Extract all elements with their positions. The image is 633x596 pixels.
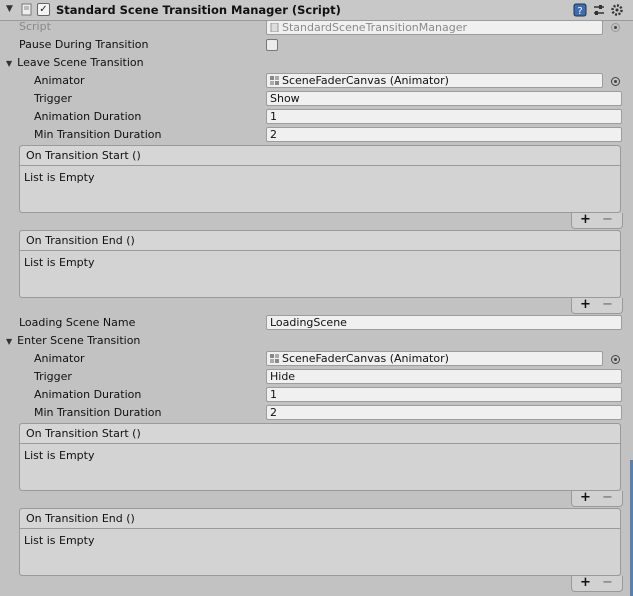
event-list: List is Empty [20, 529, 620, 575]
event-header: On Transition Start () [20, 424, 620, 444]
enter-duration-label: Animation Duration [34, 388, 142, 401]
enter-start-list-controls: + − [571, 491, 623, 507]
pause-row: Pause During Transition [0, 37, 633, 53]
help-icon[interactable]: ? [573, 3, 587, 17]
loading-scene-value: LoadingScene [270, 316, 347, 329]
leave-trigger-label: Trigger [34, 92, 72, 105]
leave-min-duration-label: Min Transition Duration [34, 128, 162, 141]
gear-icon[interactable] [610, 3, 624, 17]
foldout-arrow-icon[interactable]: ▼ [6, 59, 12, 68]
enter-duration-value: 1 [270, 388, 277, 401]
script-component-icon [21, 3, 32, 16]
leave-animator-label: Animator [34, 74, 85, 87]
leave-start-list-controls: + − [571, 213, 623, 229]
empty-list-text: List is Empty [24, 534, 95, 547]
leave-duration-input[interactable]: 1 [266, 109, 622, 124]
leave-animator-value: SceneFaderCanvas (Animator) [282, 74, 449, 87]
enter-animator-field[interactable]: SceneFaderCanvas (Animator) [266, 351, 603, 366]
enter-duration-row: Animation Duration 1 [0, 387, 633, 403]
remove-button[interactable]: − [602, 213, 613, 226]
loading-scene-row: Loading Scene Name LoadingScene [0, 315, 633, 331]
svg-text:?: ? [577, 6, 582, 17]
script-file-icon [270, 23, 279, 32]
leave-min-duration-value: 2 [270, 128, 277, 141]
enter-trigger-value: Hide [270, 370, 296, 383]
leave-trigger-input[interactable]: Show [266, 91, 622, 106]
event-title: On Transition Start () [26, 427, 141, 440]
leave-start-event: On Transition Start () List is Empty [19, 145, 621, 213]
event-title: On Transition Start () [26, 149, 141, 162]
enter-animator-row: Animator SceneFaderCanvas (Animator) [0, 351, 633, 367]
loading-scene-label: Loading Scene Name [19, 316, 136, 329]
event-list: List is Empty [20, 166, 620, 212]
leave-min-duration-input[interactable]: 2 [266, 127, 622, 142]
event-title: On Transition End () [26, 234, 135, 247]
add-button[interactable]: + [580, 213, 591, 226]
script-row: Script StandardSceneTransitionManager [0, 19, 633, 35]
component-title: Standard Scene Transition Manager (Scrip… [56, 3, 341, 17]
enter-trigger-label: Trigger [34, 370, 72, 383]
fold-arrow-icon[interactable]: ▼ [6, 4, 13, 14]
empty-list-text: List is Empty [24, 449, 95, 462]
leave-duration-label: Animation Duration [34, 110, 142, 123]
enter-label: Enter Scene Transition [17, 334, 141, 347]
leave-label: Leave Scene Transition [17, 56, 144, 69]
enter-min-duration-label: Min Transition Duration [34, 406, 162, 419]
empty-list-text: List is Empty [24, 171, 95, 184]
event-title: On Transition End () [26, 512, 135, 525]
leave-animator-field[interactable]: SceneFaderCanvas (Animator) [266, 73, 603, 88]
leave-trigger-row: Trigger Show [0, 91, 633, 107]
leave-animator-row: Animator SceneFaderCanvas (Animator) [0, 73, 633, 89]
event-list: List is Empty [20, 444, 620, 490]
enter-foldout[interactable]: ▼ Enter Scene Transition [0, 333, 633, 349]
enter-duration-input[interactable]: 1 [266, 387, 622, 402]
add-button[interactable]: + [580, 298, 591, 311]
add-button[interactable]: + [580, 491, 591, 504]
leave-min-duration-row: Min Transition Duration 2 [0, 127, 633, 143]
empty-list-text: List is Empty [24, 256, 95, 269]
enter-animator-picker-icon[interactable] [611, 355, 620, 364]
script-field: StandardSceneTransitionManager [266, 20, 603, 35]
leave-end-event: On Transition End () List is Empty [19, 230, 621, 298]
enter-end-list-controls: + − [571, 576, 623, 592]
leave-end-list-controls: + − [571, 298, 623, 314]
foldout-arrow-icon[interactable]: ▼ [6, 337, 12, 346]
enter-min-duration-input[interactable]: 2 [266, 405, 622, 420]
enter-end-event: On Transition End () List is Empty [19, 508, 621, 576]
remove-button[interactable]: − [602, 491, 613, 504]
script-label: Script [19, 20, 51, 33]
enter-start-event: On Transition Start () List is Empty [19, 423, 621, 491]
add-button[interactable]: + [580, 576, 591, 589]
animator-icon [270, 354, 279, 363]
event-header: On Transition Start () [20, 146, 620, 166]
script-picker-icon [611, 23, 620, 32]
loading-scene-input[interactable]: LoadingScene [266, 315, 622, 330]
enabled-checkbox[interactable]: ✓ [37, 3, 50, 16]
enter-trigger-row: Trigger Hide [0, 369, 633, 385]
leave-foldout[interactable]: ▼ Leave Scene Transition [0, 55, 633, 71]
leave-trigger-value: Show [270, 92, 300, 105]
preset-icon[interactable] [592, 3, 606, 17]
leave-duration-row: Animation Duration 1 [0, 109, 633, 125]
remove-button[interactable]: − [602, 298, 613, 311]
event-header: On Transition End () [20, 231, 620, 251]
component-header[interactable]: ▼ ✓ Standard Scene Transition Manager (S… [0, 0, 633, 21]
event-list: List is Empty [20, 251, 620, 297]
pause-checkbox[interactable] [266, 39, 278, 51]
enter-min-duration-row: Min Transition Duration 2 [0, 405, 633, 421]
enter-min-duration-value: 2 [270, 406, 277, 419]
enter-animator-value: SceneFaderCanvas (Animator) [282, 352, 449, 365]
enter-trigger-input[interactable]: Hide [266, 369, 622, 384]
event-header: On Transition End () [20, 509, 620, 529]
remove-button[interactable]: − [602, 576, 613, 589]
pause-label: Pause During Transition [19, 38, 149, 51]
enter-animator-label: Animator [34, 352, 85, 365]
leave-duration-value: 1 [270, 110, 277, 123]
leave-animator-picker-icon[interactable] [611, 77, 620, 86]
script-value: StandardSceneTransitionManager [282, 21, 467, 34]
animator-icon [270, 76, 279, 85]
